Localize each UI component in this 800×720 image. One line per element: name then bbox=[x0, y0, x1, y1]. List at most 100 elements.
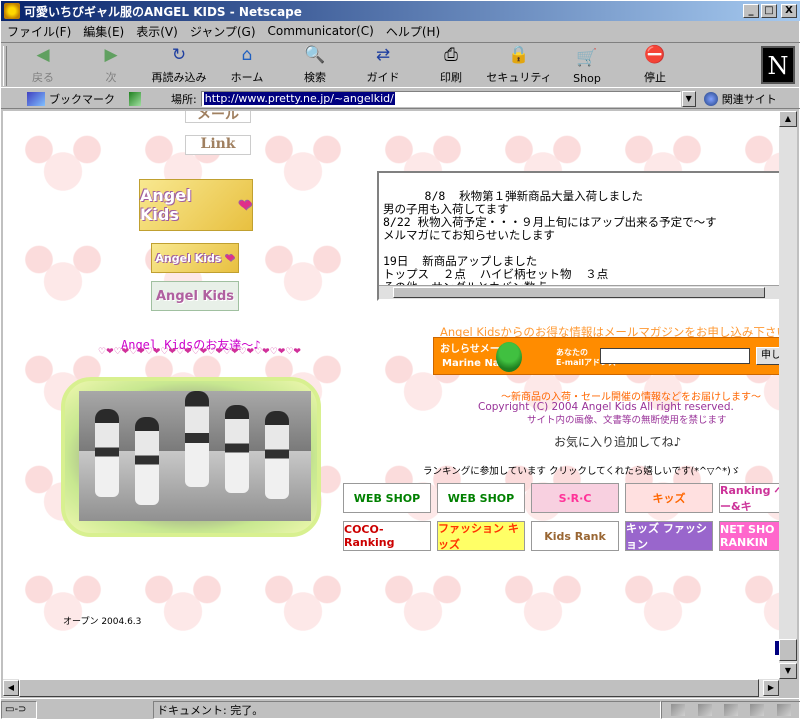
menu-help[interactable]: ヘルプ(H) bbox=[386, 23, 440, 40]
composer-icon[interactable] bbox=[776, 703, 791, 716]
page-content: メール Link Angel Kids ❤ Angel Kids ❤ Angel K… bbox=[3, 111, 779, 679]
netscape-logo[interactable]: N bbox=[761, 46, 795, 84]
related-icon bbox=[703, 91, 718, 106]
minimize-button[interactable]: _ bbox=[743, 4, 759, 18]
add-favorite-text[interactable]: お気に入り追加してね♪ bbox=[554, 433, 681, 450]
print-icon: ⎙ bbox=[444, 45, 458, 65]
reload-button[interactable]: ↻ 再読み込み bbox=[145, 43, 213, 87]
back-arrow-icon: ◀ bbox=[36, 45, 50, 65]
ranking-banner[interactable]: WEB SHOP bbox=[343, 483, 431, 513]
menu-bar: ファイル(F) 編集(E) 表示(V) ジャンプ(G) Communicator… bbox=[1, 21, 800, 41]
url-dropdown-button[interactable]: ▼ bbox=[681, 90, 696, 107]
heart-icon: ❤ bbox=[225, 251, 235, 265]
link-link[interactable]: Link bbox=[185, 135, 251, 155]
window-title: 可愛いちびギャル服のANGEL KIDS - Netscape bbox=[24, 4, 302, 19]
title-bar: 可愛いちびギャル服のANGEL KIDS - Netscape _ □ X bbox=[1, 1, 800, 21]
ranking-banner[interactable]: ファッション キッズ bbox=[437, 521, 525, 551]
lock-icon: 🔒 bbox=[508, 45, 530, 65]
stop-button[interactable]: ⛔ 停止 bbox=[621, 43, 689, 87]
mail-icon[interactable] bbox=[723, 703, 738, 716]
ranking-intro: ランキングに参加しています クリックしてくれたら嬉しいです(*^▽^*)ゞ bbox=[423, 466, 741, 477]
print-button[interactable]: ⎙ 印刷 bbox=[417, 43, 485, 87]
opened-date: オープン 2004.6.3 bbox=[63, 617, 142, 627]
home-button[interactable]: ⌂ ホーム bbox=[213, 43, 281, 87]
discussion-icon[interactable] bbox=[750, 703, 765, 716]
email-input[interactable] bbox=[600, 348, 750, 364]
frog-mascot-icon bbox=[496, 342, 522, 372]
shop-icon: 🛒 bbox=[576, 48, 598, 68]
vertical-scroll-thumb[interactable] bbox=[779, 639, 797, 661]
toolbar-grip[interactable] bbox=[3, 46, 7, 86]
search-button[interactable]: 🔍 検索 bbox=[281, 43, 349, 87]
connection-icon: ▭-⊃ bbox=[1, 700, 37, 719]
dancer-figure bbox=[95, 409, 119, 497]
status-bar: ▭-⊃ ドキュメント: 完了。 bbox=[1, 698, 800, 720]
angel-kids-banner-large[interactable]: Angel Kids ❤ bbox=[139, 179, 253, 231]
scroll-right-button[interactable]: ▶ bbox=[763, 680, 779, 696]
page-proxy-icon[interactable] bbox=[129, 91, 141, 106]
guide-button[interactable]: ⇄ ガイド bbox=[349, 43, 417, 87]
heart-icon: ❤ bbox=[238, 195, 252, 215]
ranking-banner[interactable]: S·R·C bbox=[531, 483, 619, 513]
security-button[interactable]: 🔒 セキュリティ bbox=[485, 43, 553, 87]
hearts-divider: ♡❤♡❤♡❤♡❤♡❤♡❤♡❤♡❤♡❤♡❤♡❤♡❤♡❤ bbox=[98, 347, 301, 357]
ranking-banner[interactable]: キッズ bbox=[625, 483, 713, 513]
bookmark-icon bbox=[27, 91, 45, 106]
no-copy-notice: サイト内の画像、文書等の無断使用を禁じます bbox=[527, 415, 727, 426]
menu-edit[interactable]: 編集(E) bbox=[83, 23, 124, 40]
bookmarks-label: ブックマーク bbox=[49, 92, 115, 106]
menu-view[interactable]: 表示(V) bbox=[136, 23, 178, 40]
status-message: ドキュメント: 完了。 bbox=[153, 700, 661, 719]
location-bar: ブックマーク 場所: http://www.pretty.ne.jp/~ange… bbox=[1, 89, 800, 109]
ranking-banner[interactable]: COCO-Ranking bbox=[343, 521, 431, 551]
horizontal-scroll-thumb[interactable] bbox=[19, 679, 759, 697]
scroll-up-button[interactable]: ▲ bbox=[779, 111, 797, 127]
navigator-icon[interactable] bbox=[697, 703, 712, 716]
security-lock-icon[interactable] bbox=[671, 703, 686, 716]
textarea-scroll-thumb[interactable] bbox=[393, 287, 765, 298]
stop-icon: ⛔ bbox=[644, 45, 666, 65]
stop-label: 停止 bbox=[644, 71, 666, 84]
home-label: ホーム bbox=[230, 71, 264, 84]
back-button[interactable]: ◀ 戻る bbox=[9, 43, 77, 87]
menu-communicator[interactable]: Communicator(C) bbox=[268, 24, 374, 38]
ranking-banner[interactable]: キッズ ファッション bbox=[625, 521, 713, 551]
shop-button[interactable]: 🛒 Shop bbox=[553, 43, 621, 87]
security-label: セキュリティ bbox=[486, 71, 552, 84]
maximize-button[interactable]: □ bbox=[761, 4, 777, 18]
ranking-banner[interactable]: Kids Rank bbox=[531, 521, 619, 551]
ranking-banner[interactable]: WEB SHOP bbox=[437, 483, 525, 513]
guide-icon: ⇄ bbox=[375, 45, 391, 65]
textarea-horizontal-scrollbar[interactable] bbox=[379, 285, 779, 299]
horizontal-scrollbar[interactable]: ◀ ▶ bbox=[3, 679, 779, 697]
news-textarea[interactable]: 8/8 秋物第１弾新商品大量入荷しました 男の子用も入荷してます 8/22 秋物… bbox=[377, 171, 779, 301]
url-text: http://www.pretty.ne.jp/~angelkid/ bbox=[203, 92, 395, 105]
home-icon: ⌂ bbox=[241, 45, 253, 65]
banner-large-text: Angel Kids bbox=[140, 186, 192, 224]
ranking-banner[interactable]: Ranking ベビー&キ bbox=[719, 483, 779, 513]
magazine-signup-form: おしらせメール Marine Navi あなたの E-mailアドレス 申し bbox=[433, 337, 779, 375]
forward-button[interactable]: ▶ 次 bbox=[77, 43, 145, 87]
related-sites-button[interactable]: 関連サイト bbox=[703, 91, 777, 107]
subscribe-button[interactable]: 申し bbox=[756, 347, 779, 365]
forward-label: 次 bbox=[105, 71, 117, 84]
mail-link[interactable]: メール bbox=[185, 111, 251, 123]
vertical-scrollbar[interactable]: ▲ ▼ bbox=[779, 111, 797, 679]
ranking-banner[interactable]: NET SHO RANKIN bbox=[719, 521, 779, 551]
menu-go[interactable]: ジャンプ(G) bbox=[190, 23, 256, 40]
reload-label: 再読み込み bbox=[151, 71, 207, 84]
close-button[interactable]: X bbox=[781, 4, 797, 18]
angel-kids-banner-small[interactable]: Angel Kids bbox=[151, 281, 239, 311]
banner-small-text: Angel Kids bbox=[156, 288, 234, 304]
url-field[interactable]: http://www.pretty.ne.jp/~angelkid/ bbox=[200, 90, 681, 107]
app-icon bbox=[4, 3, 20, 19]
dancer-figure bbox=[185, 391, 209, 487]
scroll-down-button[interactable]: ▼ bbox=[779, 663, 797, 679]
banner-medium-text: Angel Kids bbox=[155, 251, 222, 265]
scroll-left-button[interactable]: ◀ bbox=[3, 680, 19, 696]
angel-kids-banner-medium[interactable]: Angel Kids ❤ bbox=[151, 243, 239, 273]
print-label: 印刷 bbox=[440, 71, 462, 84]
shop-label: Shop bbox=[573, 72, 601, 85]
bookmarks-button[interactable]: ブックマーク bbox=[27, 91, 167, 107]
menu-file[interactable]: ファイル(F) bbox=[7, 23, 71, 40]
